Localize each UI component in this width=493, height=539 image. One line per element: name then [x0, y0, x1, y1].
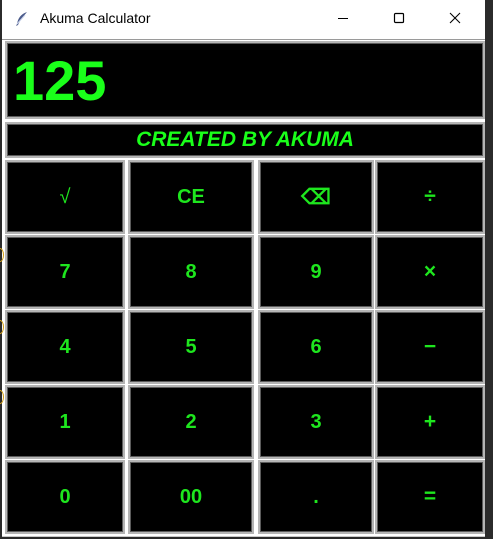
digit-2-button[interactable]: 2	[128, 385, 254, 459]
maximize-icon	[393, 11, 405, 29]
feather-icon	[14, 11, 30, 27]
close-button[interactable]	[432, 0, 478, 39]
title-bar[interactable]: Akuma Calculator	[2, 0, 485, 39]
close-icon	[449, 11, 461, 29]
digit-4-button[interactable]: 4	[5, 310, 125, 384]
multiply-button[interactable]: ×	[375, 235, 485, 309]
digit-5-button[interactable]: 5	[128, 310, 254, 384]
credits-banner: CREATED BY AKUMA	[5, 122, 485, 158]
digit-1-button[interactable]: 1	[5, 385, 125, 459]
digit-8-button[interactable]: 8	[128, 235, 254, 309]
clear-entry-button[interactable]: CE	[128, 160, 254, 234]
backspace-button[interactable]: ⌫	[258, 160, 374, 234]
result-display: 125	[5, 41, 485, 119]
minimize-button[interactable]	[320, 0, 366, 39]
calculator-window: Akuma Calculator 125 CREATED BY AKUMA √	[2, 0, 485, 537]
window-title: Akuma Calculator	[40, 10, 151, 26]
digit-0-button[interactable]: 0	[5, 460, 125, 534]
calculator-body: 125 CREATED BY AKUMA √ CE ⌫ ÷ 7 8 9 × 4 …	[2, 39, 485, 536]
digit-7-button[interactable]: 7	[5, 235, 125, 309]
minimize-icon	[337, 11, 349, 29]
equals-button[interactable]: =	[375, 460, 485, 534]
sqrt-button[interactable]: √	[5, 160, 125, 234]
digit-9-button[interactable]: 9	[258, 235, 374, 309]
add-button[interactable]: +	[375, 385, 485, 459]
divide-button[interactable]: ÷	[375, 160, 485, 234]
digit-3-button[interactable]: 3	[258, 385, 374, 459]
decimal-button[interactable]: .	[258, 460, 374, 534]
maximize-button[interactable]	[376, 0, 422, 39]
double-zero-button[interactable]: 00	[128, 460, 254, 534]
digit-6-button[interactable]: 6	[258, 310, 374, 384]
subtract-button[interactable]: −	[375, 310, 485, 384]
